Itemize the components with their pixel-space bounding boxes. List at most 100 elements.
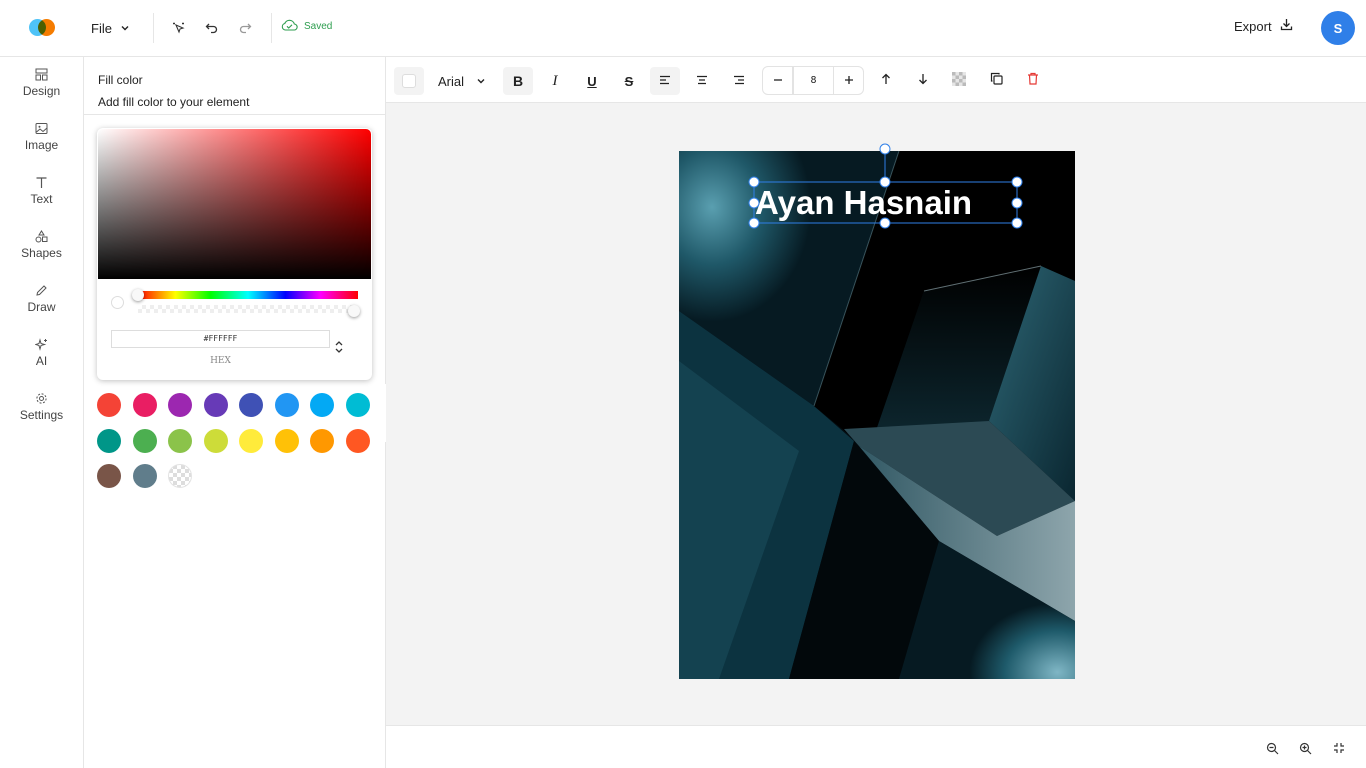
resize-handle (1011, 217, 1023, 229)
transparent-swatch[interactable] (168, 464, 192, 488)
sidebar-item-label: Text (30, 192, 53, 206)
redo-icon[interactable] (234, 17, 256, 39)
panel-subtitle: Add fill color to your element (98, 95, 250, 109)
align-left-icon (659, 72, 671, 90)
arrow-up-icon (881, 72, 891, 90)
increase-font-size-button[interactable] (834, 66, 864, 95)
underline-button[interactable]: U (577, 67, 607, 95)
font-family-select[interactable]: Arial (434, 67, 490, 95)
color-swatch[interactable] (310, 393, 334, 417)
sidebar-item-label: Shapes (21, 246, 62, 260)
toolbar-divider (271, 13, 272, 43)
color-swatch[interactable] (239, 428, 263, 453)
align-right-button[interactable] (724, 67, 754, 95)
bottom-bar (386, 725, 1366, 768)
plus-icon (844, 72, 854, 90)
sidebar-item-shapes[interactable]: Shapes (0, 229, 83, 273)
sidebar-item-image[interactable]: Image (0, 121, 83, 165)
chevron-down-icon (120, 21, 130, 36)
checkerboard-icon (952, 71, 966, 91)
bold-icon: B (512, 73, 524, 89)
align-center-button[interactable] (687, 67, 717, 95)
resize-handle (879, 217, 891, 229)
color-swatch[interactable] (274, 393, 299, 417)
save-status: Saved (281, 19, 332, 34)
file-menu-button[interactable]: File (83, 15, 138, 41)
color-swatch[interactable] (132, 428, 157, 453)
color-preview (111, 296, 124, 309)
duplicate-button[interactable] (981, 67, 1011, 95)
selection-box[interactable] (746, 143, 1026, 233)
color-swatch[interactable] (345, 428, 370, 453)
avatar[interactable]: S (1321, 11, 1355, 45)
sidebar-item-label: AI (35, 354, 48, 368)
color-swatch[interactable] (97, 393, 121, 417)
color-swatch[interactable] (345, 393, 370, 417)
color-swatch[interactable] (168, 428, 192, 453)
hex-input[interactable]: #FFFFFF (111, 330, 330, 348)
color-picker: #FFFFFF HEX (97, 128, 372, 380)
sidebar-item-label: Settings (19, 408, 64, 422)
chevron-down-icon (476, 74, 486, 89)
text-icon (35, 175, 49, 189)
color-swatch[interactable] (97, 428, 121, 453)
zoom-out-icon[interactable] (1263, 739, 1281, 757)
sidebar-nav: Design Image Text Shapes Draw AI Setting… (0, 57, 84, 768)
undo-icon[interactable] (201, 17, 223, 39)
color-swatch[interactable] (132, 393, 157, 417)
color-swatch[interactable] (310, 428, 334, 453)
resize-handle (1011, 197, 1023, 209)
fill-color-panel: Fill color Add fill color to your elemen… (84, 57, 386, 768)
send-backward-button[interactable] (908, 67, 938, 95)
color-swatch[interactable] (168, 393, 192, 417)
rotate-handle (879, 143, 891, 155)
cloud-check-icon (281, 19, 298, 34)
magic-select-icon[interactable] (168, 17, 190, 39)
saturation-area[interactable] (98, 129, 371, 279)
fit-screen-icon[interactable] (1330, 739, 1348, 757)
export-button[interactable]: Export (1234, 18, 1293, 34)
italic-icon: I (552, 72, 558, 89)
delete-button[interactable] (1018, 67, 1048, 95)
font-family-value: Arial (438, 73, 465, 89)
align-left-button[interactable] (650, 67, 680, 95)
fill-color-button[interactable] (394, 67, 424, 95)
trash-icon (1027, 72, 1039, 90)
alpha-slider-thumb[interactable] (348, 305, 360, 317)
alpha-slider[interactable] (138, 305, 358, 313)
sparkles-icon (35, 337, 49, 351)
resize-handle (1011, 176, 1023, 188)
hue-slider-thumb[interactable] (132, 289, 144, 301)
sidebar-item-text[interactable]: Text (0, 175, 83, 219)
color-swatch[interactable] (132, 464, 157, 488)
top-bar: File Saved Export S (0, 0, 1366, 57)
color-swatch[interactable] (97, 464, 121, 488)
format-toggle-icon[interactable] (333, 339, 345, 357)
hex-label: HEX (210, 356, 231, 366)
app-logo[interactable] (29, 19, 55, 36)
canvas-workspace[interactable]: Ayan Hasnain (386, 103, 1366, 725)
color-swatch[interactable] (203, 393, 228, 417)
zoom-in-icon[interactable] (1296, 739, 1314, 757)
toolbar-divider (153, 13, 154, 43)
bold-button[interactable]: B (503, 67, 533, 95)
hue-slider[interactable] (138, 291, 358, 299)
text-format-toolbar: Arial B I U S 8 (386, 57, 1366, 103)
sidebar-item-design[interactable]: Design (0, 67, 83, 111)
italic-button[interactable]: I (540, 67, 570, 95)
color-swatch[interactable] (203, 428, 228, 453)
sidebar-item-ai[interactable]: AI (0, 337, 83, 381)
layout-icon (35, 67, 49, 81)
decrease-font-size-button[interactable] (762, 66, 793, 95)
color-swatch[interactable] (274, 428, 299, 453)
strikethrough-button[interactable]: S (614, 67, 644, 95)
file-menu-label: File (91, 20, 112, 36)
sidebar-item-draw[interactable]: Draw (0, 283, 83, 327)
color-swatch[interactable] (239, 393, 263, 417)
font-size-input[interactable]: 8 (793, 66, 834, 95)
pencil-icon (35, 283, 49, 297)
bring-forward-button[interactable] (871, 67, 901, 95)
sidebar-item-settings[interactable]: Settings (0, 391, 83, 435)
resize-handle (748, 197, 760, 209)
transparency-button[interactable] (944, 67, 974, 95)
